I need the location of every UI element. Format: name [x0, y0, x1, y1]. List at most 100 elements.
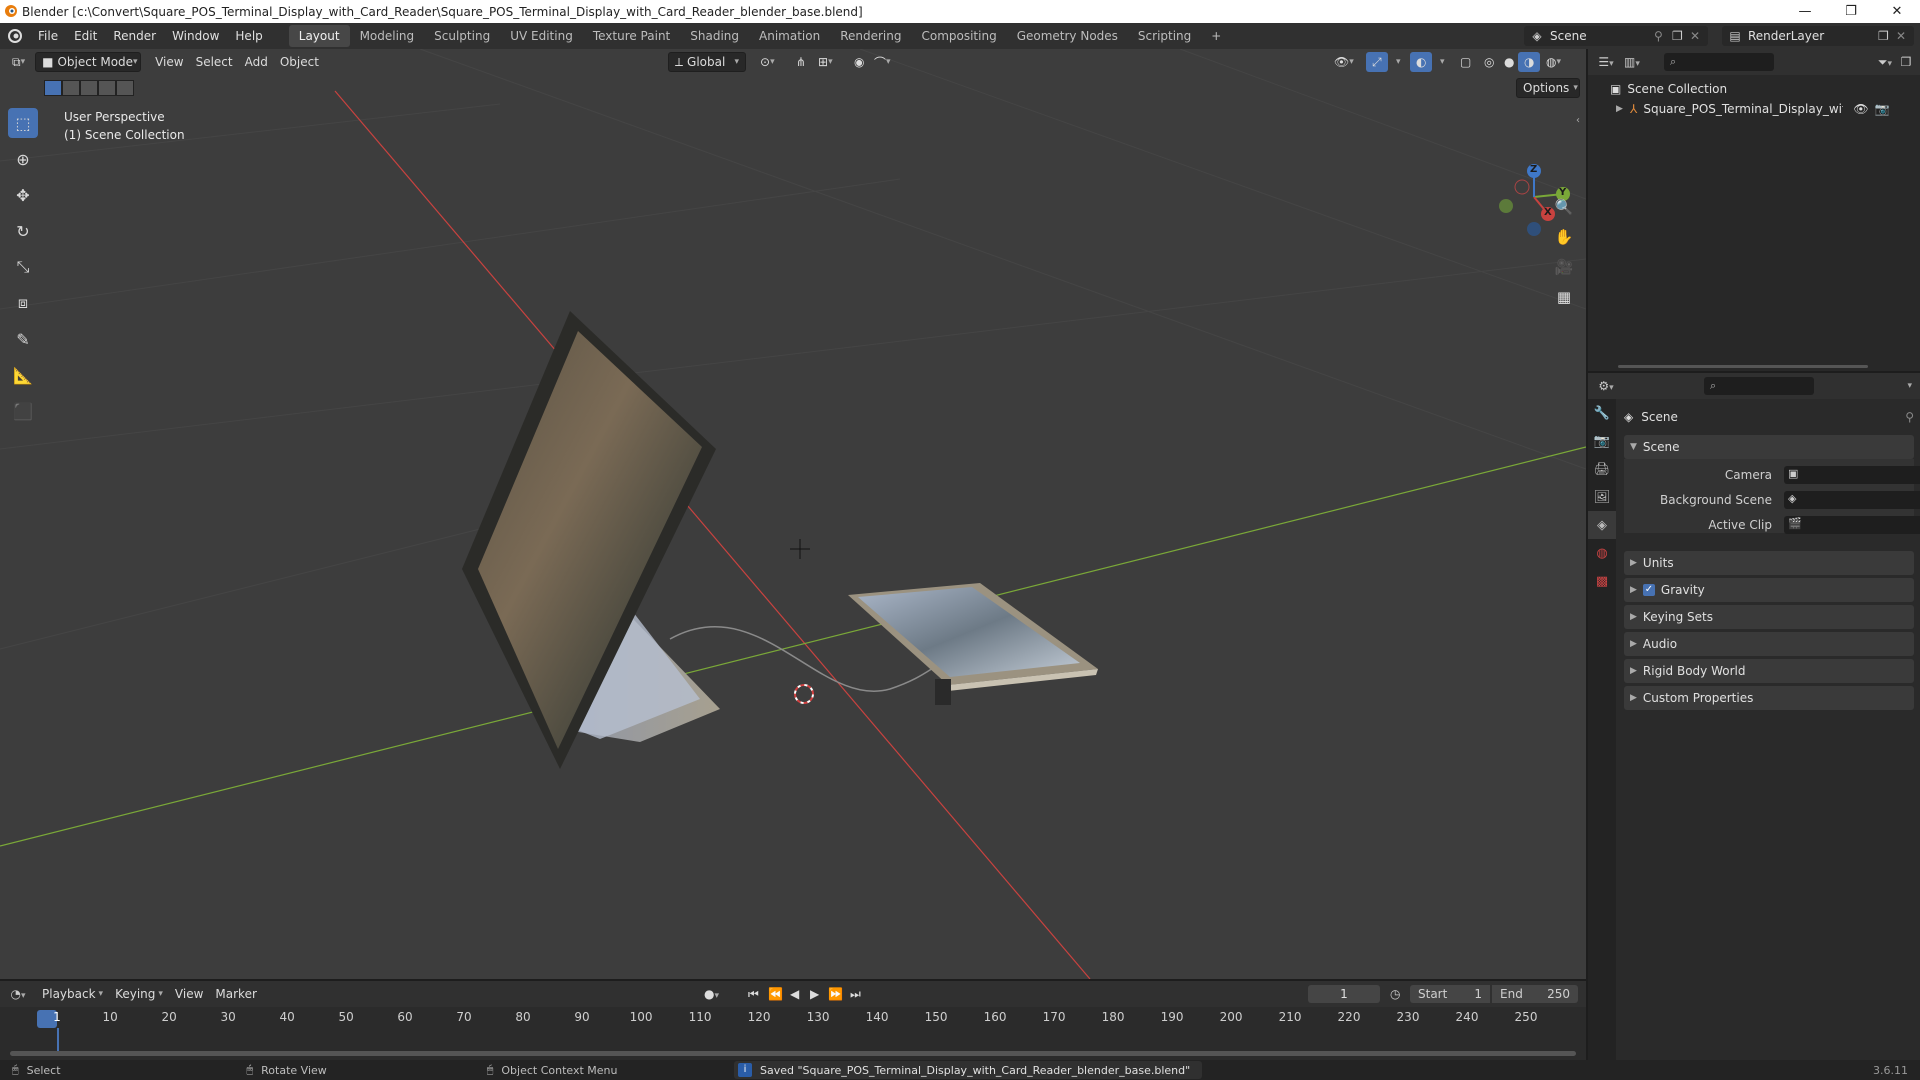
units-panel-header[interactable]: ▶ Units: [1624, 551, 1914, 575]
jump-start-icon[interactable]: ⏮: [748, 987, 759, 1002]
tool-tab-icon[interactable]: 🔧: [1588, 399, 1616, 427]
timeline-editor[interactable]: ◔▾ Playback ▾ Keying ▾ View Marker ●▾ ⏮ ⏪ …: [0, 981, 1586, 1060]
output-tab-icon[interactable]: 🖨: [1588, 455, 1616, 483]
select-intersect-icon[interactable]: [116, 80, 134, 96]
tab-shading[interactable]: Shading: [680, 25, 749, 47]
delete-scene-icon[interactable]: ✕: [1690, 29, 1708, 43]
select-new-icon[interactable]: [44, 80, 62, 96]
add-workspace-button[interactable]: +: [1201, 25, 1231, 47]
rendered-shading-icon[interactable]: ◍ ▾: [1540, 52, 1567, 72]
timeline-menu-playback[interactable]: Playback ▾: [36, 984, 109, 1004]
play-icon[interactable]: ▶: [810, 987, 819, 1001]
pivot-point-icon[interactable]: ⊙ ▾: [754, 52, 781, 72]
timeline-menu-view[interactable]: View: [169, 984, 209, 1004]
scale-tool-icon[interactable]: ⤡: [8, 252, 38, 282]
view-layer-selector[interactable]: ▤ RenderLayer ❐ ✕: [1722, 26, 1914, 46]
falloff-icon[interactable]: ⌒ ▾: [868, 52, 897, 72]
tab-uv-editing[interactable]: UV Editing: [500, 25, 583, 47]
audio-panel-header[interactable]: ▶ Audio: [1624, 632, 1914, 656]
close-button[interactable]: ✕: [1874, 0, 1920, 23]
rigid-body-world-panel-header[interactable]: ▶ Rigid Body World: [1624, 659, 1914, 683]
expand-arrow-icon[interactable]: ▶: [1616, 104, 1630, 114]
outliner-search-input[interactable]: ⌕: [1664, 53, 1774, 71]
minimize-button[interactable]: —: [1782, 0, 1828, 23]
tab-modeling[interactable]: Modeling: [350, 25, 425, 47]
timeline-menu-keying[interactable]: Keying ▾: [109, 984, 169, 1004]
camera-view-icon[interactable]: 🎥: [1550, 253, 1578, 281]
camera-render-icon[interactable]: 📷: [1875, 102, 1890, 116]
world-tab-icon[interactable]: ◍: [1588, 539, 1616, 567]
background-scene-field[interactable]: ◈: [1784, 491, 1920, 509]
jump-end-icon[interactable]: ⏭: [850, 987, 861, 1002]
new-scene-icon[interactable]: ❐: [1672, 29, 1690, 43]
gravity-panel-header[interactable]: ▶ ✓ Gravity: [1624, 578, 1914, 602]
outliner-row-object[interactable]: ▶ ⅄ Square_POS_Terminal_Display_with_Ca …: [1616, 99, 1916, 119]
visibility-icon[interactable]: 👁 ▾: [1328, 52, 1360, 72]
tab-animation[interactable]: Animation: [749, 25, 830, 47]
tab-compositing[interactable]: Compositing: [911, 25, 1006, 47]
timeline-scrollbar[interactable]: [10, 1051, 1576, 1056]
xray-toggle-icon[interactable]: ▢: [1454, 52, 1477, 72]
add-cube-tool-icon[interactable]: ⬛: [8, 396, 38, 426]
ortho-grid-icon[interactable]: ▦: [1550, 283, 1578, 311]
camera-field[interactable]: ▣ ✎: [1784, 466, 1920, 484]
keying-sets-panel-header[interactable]: ▶ Keying Sets: [1624, 605, 1914, 629]
tab-sculpting[interactable]: Sculpting: [424, 25, 500, 47]
tab-texture-paint[interactable]: Texture Paint: [583, 25, 680, 47]
tab-scripting[interactable]: Scripting: [1128, 25, 1201, 47]
scene-tab-icon[interactable]: ◈: [1588, 511, 1616, 539]
blender-menu-icon[interactable]: [0, 28, 30, 44]
new-layer-icon[interactable]: ❐: [1878, 29, 1896, 43]
pan-hand-icon[interactable]: ✋: [1550, 223, 1578, 251]
properties-options-icon[interactable]: ▾: [1907, 381, 1912, 391]
move-tool-icon[interactable]: ✥: [8, 180, 38, 210]
record-icon[interactable]: ●▾: [704, 987, 719, 1001]
transform-orientation-dropdown[interactable]: ⟂ Global ▾: [668, 52, 746, 72]
timeline-editor-icon[interactable]: ◔▾: [0, 987, 36, 1001]
menu-edit[interactable]: Edit: [66, 29, 105, 43]
properties-search-input[interactable]: ⌕: [1704, 377, 1814, 395]
overlay-toggle-icon[interactable]: ◐: [1410, 52, 1433, 72]
outliner-row-scene-collection[interactable]: ▣ Scene Collection: [1610, 79, 1727, 99]
maximize-button[interactable]: ❐: [1828, 0, 1874, 23]
cursor-tool-icon[interactable]: ⊕: [8, 144, 38, 174]
viewport-menu-select[interactable]: Select: [190, 52, 239, 72]
render-tab-icon[interactable]: 📷: [1588, 427, 1616, 455]
select-subtract-icon[interactable]: [80, 80, 98, 96]
eye-icon[interactable]: 👁: [1853, 102, 1868, 116]
menu-window[interactable]: Window: [164, 29, 227, 43]
display-mode-icon[interactable]: ▥▾: [1624, 55, 1656, 69]
snap-target-icon[interactable]: ⊞ ▾: [812, 52, 839, 72]
delete-layer-icon[interactable]: ✕: [1896, 29, 1914, 43]
menu-render[interactable]: Render: [105, 29, 164, 43]
outliner-scrollbar[interactable]: [1618, 365, 1868, 368]
options-button[interactable]: Options ▾: [1516, 78, 1580, 98]
snap-icon[interactable]: ⋔: [790, 52, 812, 72]
pin-icon[interactable]: ⚲: [1654, 29, 1672, 43]
filter-icon[interactable]: ⏷▾: [1878, 55, 1892, 70]
menu-file[interactable]: File: [30, 29, 66, 43]
custom-properties-panel-header[interactable]: ▶ Custom Properties: [1624, 686, 1914, 710]
current-frame-field[interactable]: 1: [1308, 985, 1380, 1003]
gizmo-toggle-icon[interactable]: ⤢: [1366, 52, 1388, 72]
editor-type-icon[interactable]: ⧉ ▾: [6, 52, 31, 72]
end-frame-field[interactable]: End 250: [1492, 985, 1578, 1003]
zoom-icon[interactable]: 🔍: [1550, 193, 1578, 221]
tab-layout[interactable]: Layout: [288, 25, 350, 47]
active-clip-field[interactable]: 🎬: [1784, 516, 1920, 534]
viewport-menu-add[interactable]: Add: [239, 52, 274, 72]
object-mode-dropdown[interactable]: ■ Object Mode ▾: [35, 52, 142, 72]
timeline-frame-ruler[interactable]: 1 10 20 30 40 50 60 70 80 90 100 110 120 130 140 150 160…: [0, 1010, 1586, 1028]
properties-editor-icon[interactable]: ⚙▾: [1588, 379, 1624, 393]
select-invert-icon[interactable]: [98, 80, 116, 96]
scene-panel-header[interactable]: ▼ Scene: [1624, 435, 1914, 459]
tab-geometry-nodes[interactable]: Geometry Nodes: [1007, 25, 1128, 47]
gravity-checkbox[interactable]: ✓: [1642, 584, 1655, 596]
sidebar-toggle-icon[interactable]: ‹: [1576, 115, 1580, 126]
preview-range-icon[interactable]: ◷: [1390, 987, 1400, 1001]
scene-selector[interactable]: ◈ Scene ⚲ ❐ ✕: [1524, 26, 1708, 46]
texture-tab-icon[interactable]: ▩: [1588, 567, 1616, 595]
tab-rendering[interactable]: Rendering: [830, 25, 911, 47]
gizmo-dropdown-icon[interactable]: ▾: [1390, 52, 1407, 72]
view-layer-tab-icon[interactable]: 🖼: [1588, 483, 1616, 511]
